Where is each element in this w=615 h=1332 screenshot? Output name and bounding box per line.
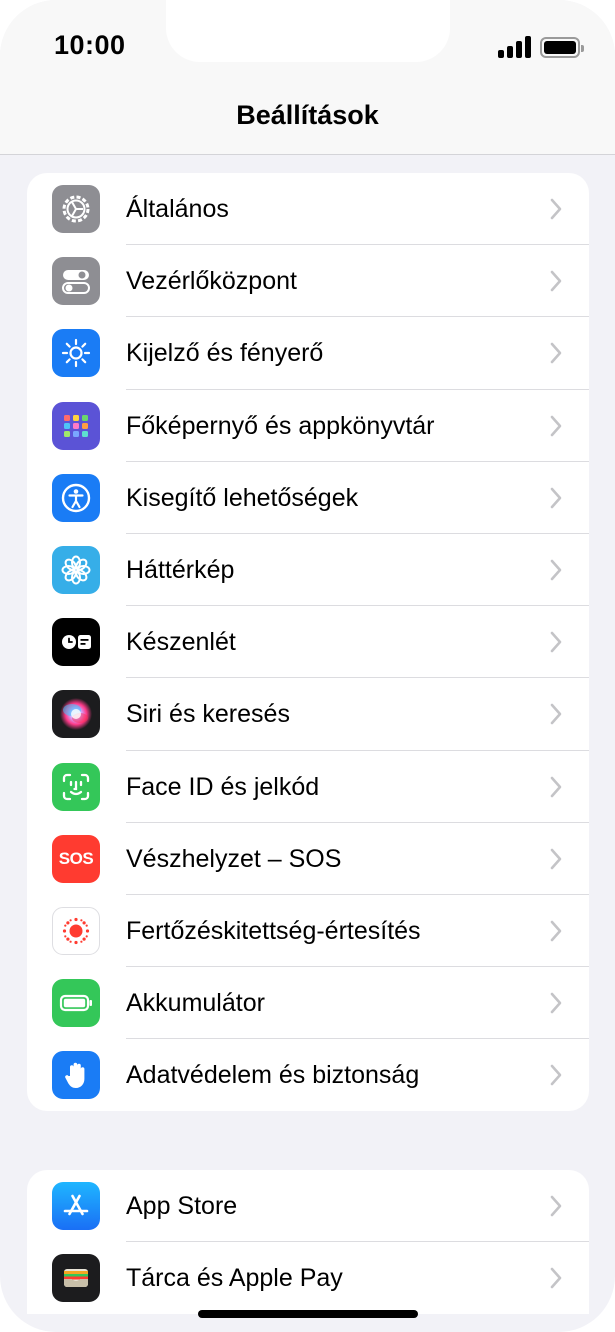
face-id-icon — [52, 762, 100, 811]
chevron-right-icon — [550, 920, 562, 942]
settings-group-store: App Store Tárca és Apple Pay — [27, 1170, 589, 1314]
dynamic-island — [166, 0, 450, 62]
siri-icon — [52, 690, 100, 739]
settings-row-home-screen[interactable]: Főképernyő és appkönyvtár — [27, 390, 589, 462]
chevron-right-icon — [550, 1064, 562, 1086]
chevron-right-icon — [550, 704, 562, 725]
chevron-right-icon — [550, 559, 562, 581]
chevron-right-icon — [550, 415, 562, 436]
settings-row-label: Tárca és Apple Pay — [126, 1264, 343, 1293]
settings-screen: 10:00 Beállítások Általános Vezérlőközpo… — [0, 0, 615, 1332]
settings-row-label: Siri és keresés — [126, 700, 290, 729]
settings-row-battery[interactable]: Akkumulátor — [27, 967, 589, 1040]
page-title: Beállítások — [236, 100, 379, 130]
settings-row-label: Kijelző és fényerő — [126, 339, 324, 368]
settings-row-label: Face ID és jelkód — [126, 772, 320, 801]
toggles-icon — [52, 257, 100, 306]
chevron-right-icon — [550, 343, 562, 364]
navigation-bar: 10:00 Beállítások — [0, 0, 615, 155]
gear-icon — [52, 185, 100, 233]
settings-row-siri[interactable]: Siri és keresés — [27, 678, 589, 751]
settings-row-label: Vezérlőközpont — [126, 267, 297, 296]
chevron-right-icon — [550, 992, 562, 1014]
settings-row-control-center[interactable]: Vezérlőközpont — [27, 245, 589, 318]
chevron-right-icon — [550, 848, 562, 869]
settings-row-label: Háttérkép — [126, 555, 235, 584]
settings-row-emergency-sos[interactable]: SOS Vészhelyzet – SOS — [27, 823, 589, 895]
settings-row-label: Kisegítő lehetőségek — [126, 483, 359, 512]
settings-row-general[interactable]: Általános — [27, 173, 589, 246]
chevron-right-icon — [550, 776, 562, 797]
chevron-right-icon — [550, 1195, 562, 1217]
chevron-right-icon — [550, 487, 562, 509]
accessibility-icon — [52, 473, 100, 522]
settings-row-standby[interactable]: Készenlét — [27, 606, 589, 679]
exposure-icon — [52, 906, 100, 955]
battery-icon — [52, 979, 100, 1028]
settings-row-privacy-security[interactable]: Adatvédelem és biztonság — [27, 1039, 589, 1111]
settings-row-wallpaper[interactable]: Háttérkép — [27, 534, 589, 607]
app-grid-icon — [52, 401, 100, 450]
home-indicator[interactable] — [198, 1310, 418, 1318]
settings-row-wallet[interactable]: Tárca és Apple Pay — [27, 1242, 589, 1314]
chevron-right-icon — [550, 270, 562, 292]
settings-row-label: Általános — [126, 195, 229, 223]
settings-row-label: App Store — [126, 1192, 238, 1220]
settings-row-label: Akkumulátor — [126, 989, 265, 1018]
battery-status-icon — [540, 37, 584, 58]
settings-row-label: Vészhelyzet – SOS — [126, 844, 342, 873]
settings-row-display-brightness[interactable]: Kijelző és fényerő — [27, 317, 589, 390]
cellular-signal-icon — [498, 36, 532, 58]
chevron-right-icon — [550, 631, 562, 653]
hand-icon — [52, 1051, 100, 1100]
settings-row-app-store[interactable]: App Store — [27, 1170, 589, 1243]
sos-icon-text: SOS — [58, 848, 94, 868]
settings-row-label: Adatvédelem és biztonság — [126, 1061, 420, 1090]
flower-icon — [52, 545, 100, 594]
sos-icon: SOS — [52, 834, 100, 883]
sun-icon — [52, 329, 100, 378]
settings-group-main: Általános Vezérlőközpont Kijelző és fény… — [27, 173, 589, 1112]
settings-row-label: Fertőzéskitettség-értesítés — [126, 916, 421, 945]
chevron-right-icon — [550, 1267, 562, 1289]
wallet-icon — [52, 1254, 100, 1303]
settings-row-face-id[interactable]: Face ID és jelkód — [27, 751, 589, 823]
status-time: 10:00 — [54, 30, 126, 60]
chevron-right-icon — [550, 198, 562, 220]
settings-row-accessibility[interactable]: Kisegítő lehetőségek — [27, 462, 589, 534]
app-store-icon — [52, 1182, 100, 1230]
settings-row-exposure-notifications[interactable]: Fertőzéskitettség-értesítés — [27, 895, 589, 968]
settings-row-label: Készenlét — [126, 628, 236, 657]
settings-row-label: Főképernyő és appkönyvtár — [126, 411, 435, 440]
standby-icon — [52, 618, 100, 667]
